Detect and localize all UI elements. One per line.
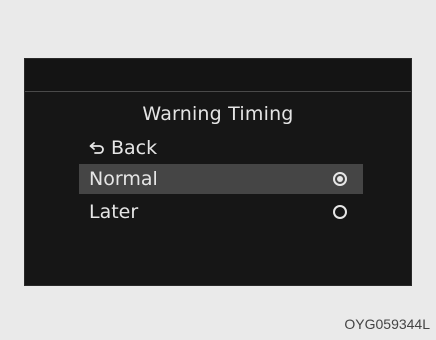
option-label-later: Later bbox=[89, 201, 139, 223]
option-label-normal: Normal bbox=[89, 168, 158, 190]
back-arrow-icon bbox=[89, 142, 104, 154]
menu-title: Warning Timing bbox=[142, 103, 294, 125]
back-option[interactable]: Back bbox=[79, 133, 363, 163]
radio-unselected-icon[interactable] bbox=[333, 205, 347, 219]
figure-code: OYG059344L bbox=[344, 316, 430, 332]
option-normal[interactable]: Normal bbox=[79, 164, 363, 194]
display-screen: Warning Timing Back Normal Later bbox=[24, 58, 412, 286]
status-bar bbox=[25, 59, 411, 92]
radio-selected-icon[interactable] bbox=[333, 172, 347, 186]
back-label: Back bbox=[111, 137, 158, 159]
option-later[interactable]: Later bbox=[79, 197, 363, 227]
